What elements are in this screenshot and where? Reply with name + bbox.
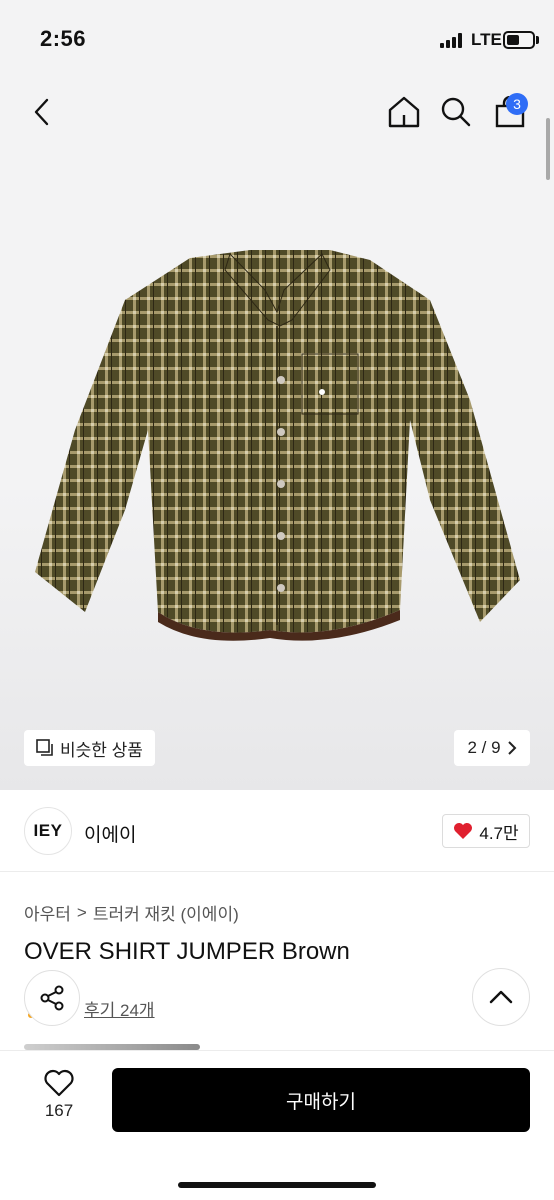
battery-icon	[503, 31, 535, 49]
product-image[interactable]	[30, 250, 524, 650]
image-counter[interactable]: 2 / 9	[454, 730, 530, 766]
breadcrumb-separator: >	[76, 902, 87, 922]
breadcrumb: 아우터 > 트러커 재킷 (이에이)	[24, 900, 239, 925]
scroll-indicator	[546, 118, 550, 180]
product-title: OVER SHIRT JUMPER Brown	[24, 938, 350, 965]
scroll-top-button[interactable]	[472, 968, 530, 1026]
reviews-link[interactable]: 후기 24개	[84, 996, 155, 1021]
network-label: LTE	[471, 30, 502, 49]
cart-count-badge: 3	[506, 93, 528, 115]
brand-row[interactable]: IEY 이에이 4.7만	[0, 790, 554, 872]
wishlist-count: 167	[44, 1101, 74, 1120]
brand-like-count: 4.7만	[479, 823, 519, 843]
home-icon[interactable]	[382, 84, 426, 140]
brand-logo[interactable]: IEY	[24, 807, 72, 855]
brand-like-button[interactable]: 4.7만	[442, 814, 530, 848]
buy-button[interactable]: 구매하기	[112, 1068, 530, 1132]
battery-cap	[536, 36, 539, 44]
chevron-up-icon	[489, 990, 513, 1004]
product-detail-page: 2:56 LTE 3 비슷한 상품 2 / 9 IEY 이에이 4.7만 아우터…	[0, 0, 554, 1200]
share-icon	[40, 985, 64, 1011]
status-bar: 2:56 LTE	[0, 0, 554, 80]
heart-icon	[454, 823, 473, 839]
bottom-action-bar: 167 구매하기	[0, 1050, 554, 1200]
image-counter-label: 2 / 9	[467, 738, 501, 757]
breadcrumb-subcategory[interactable]: 트러커 재킷 (이에이)	[93, 900, 239, 925]
heart-outline-icon	[44, 1069, 74, 1097]
chevron-right-icon	[507, 741, 516, 755]
similar-products-label: 비슷한 상품	[60, 740, 143, 760]
search-icon[interactable]	[434, 84, 478, 140]
breadcrumb-category[interactable]: 아우터	[24, 900, 71, 925]
product-gallery[interactable]: 2:56 LTE 3 비슷한 상품 2 / 9	[0, 0, 554, 790]
copy-icon	[36, 739, 53, 756]
share-button[interactable]	[24, 970, 80, 1026]
brand-name[interactable]: 이에이	[84, 820, 136, 847]
status-time: 2:56	[40, 26, 87, 51]
similar-products-button[interactable]: 비슷한 상품	[24, 730, 155, 766]
chevron-left-icon[interactable]	[20, 84, 64, 140]
signal-icon	[440, 32, 466, 48]
top-nav	[0, 84, 554, 140]
wishlist-button[interactable]: 167	[30, 1069, 88, 1131]
home-indicator	[178, 1182, 376, 1188]
